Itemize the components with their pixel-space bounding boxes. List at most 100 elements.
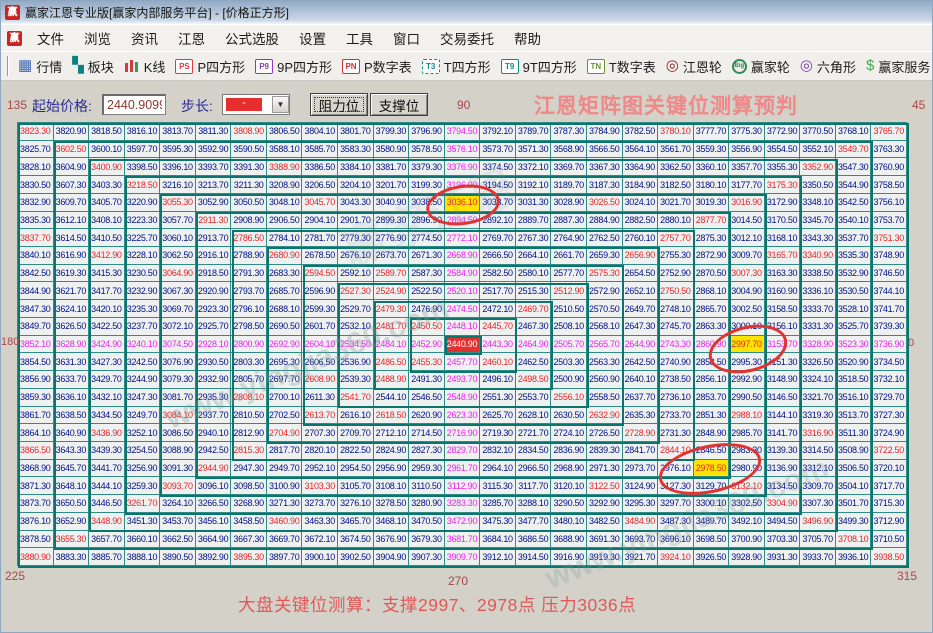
price-cell[interactable]: 2805.70 [231, 371, 267, 389]
price-cell[interactable]: 2868.10 [694, 282, 730, 300]
price-cell[interactable]: 3861.70 [18, 407, 54, 425]
price-cell[interactable]: 3420.10 [89, 300, 125, 318]
price-cell[interactable]: 3566.50 [587, 141, 623, 159]
price-cell[interactable]: 3909.70 [445, 548, 481, 566]
price-cell[interactable]: 2707.30 [302, 424, 338, 442]
price-cell[interactable]: 2764.90 [551, 229, 587, 247]
price-cell[interactable]: 3391.30 [231, 158, 267, 176]
price-cell[interactable]: 2992.90 [729, 371, 765, 389]
price-cell[interactable]: 2673.70 [374, 247, 410, 265]
price-cell[interactable]: 2937.70 [196, 407, 232, 425]
price-cell[interactable]: 3321.70 [800, 389, 836, 407]
price-cell[interactable]: 3232.90 [125, 282, 161, 300]
price-cell[interactable]: 2880.10 [658, 212, 694, 230]
price-cell[interactable]: 3261.70 [125, 495, 161, 513]
price-cell[interactable]: 3456.10 [196, 513, 232, 531]
price-cell[interactable]: 3458.50 [231, 513, 267, 531]
price-cell[interactable]: 3052.90 [196, 194, 232, 212]
price-cell[interactable]: 2882.50 [623, 212, 659, 230]
price-cell[interactable]: 3921.70 [623, 548, 659, 566]
menu-item-4[interactable]: 江恩 [168, 25, 215, 51]
price-cell[interactable]: 3352.90 [800, 158, 836, 176]
price-cell[interactable]: 3760.90 [871, 158, 907, 176]
price-cell[interactable]: 3904.90 [374, 548, 410, 566]
price-cell[interactable]: 2956.90 [374, 460, 410, 478]
price-cell[interactable]: 3734.50 [871, 353, 907, 371]
price-cell[interactable]: 2652.10 [623, 282, 659, 300]
price-cell[interactable]: 2457.70 [445, 353, 481, 371]
menu-item-7[interactable]: 工具 [336, 25, 383, 51]
price-cell[interactable]: 3717.70 [871, 477, 907, 495]
price-cell[interactable]: 3081.70 [160, 389, 196, 407]
price-cell[interactable]: 2460.10 [480, 353, 516, 371]
price-cell[interactable]: 2659.30 [587, 247, 623, 265]
price-cell[interactable]: 3292.90 [587, 495, 623, 513]
price-cell[interactable]: 3016.90 [729, 194, 765, 212]
price-cell[interactable]: 3825.70 [18, 141, 54, 159]
toolbar-button-9T四方形[interactable]: T99T四方形 [497, 55, 583, 78]
price-cell[interactable]: 3592.90 [196, 141, 232, 159]
price-cell[interactable]: 3103.30 [302, 477, 338, 495]
price-cell[interactable]: 3933.70 [800, 548, 836, 566]
price-cell[interactable]: 2700.10 [267, 389, 303, 407]
price-cell[interactable]: 3907.30 [409, 548, 445, 566]
price-cell[interactable]: 2788.90 [231, 247, 267, 265]
price-cell[interactable]: 3048.10 [267, 194, 303, 212]
price-cell[interactable]: 2774.50 [409, 229, 445, 247]
price-cell[interactable]: 3576.10 [445, 141, 481, 159]
price-cell[interactable]: 2704.90 [267, 424, 303, 442]
price-cell[interactable]: 3331.30 [800, 318, 836, 336]
price-cell[interactable]: 2548.90 [445, 389, 481, 407]
price-cell[interactable]: 3028.90 [551, 194, 587, 212]
price-cell[interactable]: 2690.50 [267, 318, 303, 336]
price-cell[interactable]: 3624.10 [54, 300, 90, 318]
price-cell[interactable]: 3144.10 [765, 407, 801, 425]
price-cell[interactable]: 3388.90 [267, 158, 303, 176]
price-cell[interactable]: 3501.70 [836, 495, 872, 513]
price-cell[interactable]: 3504.10 [836, 477, 872, 495]
price-cell[interactable]: 2618.50 [374, 407, 410, 425]
price-cell[interactable]: 3091.30 [160, 460, 196, 478]
price-cell[interactable]: 2517.70 [480, 282, 516, 300]
price-cell[interactable]: 2568.10 [587, 318, 623, 336]
price-cell[interactable]: 3386.50 [302, 158, 338, 176]
price-cell[interactable]: 2748.10 [658, 300, 694, 318]
price-cell[interactable]: 2577.70 [551, 265, 587, 283]
price-cell[interactable]: 3583.30 [338, 141, 374, 159]
price-cell[interactable]: 2884.90 [587, 212, 623, 230]
price-cell[interactable]: 3300.10 [694, 495, 730, 513]
price-cell[interactable]: 3744.10 [871, 282, 907, 300]
price-cell[interactable]: 3235.30 [125, 300, 161, 318]
price-cell[interactable]: 3712.90 [871, 513, 907, 531]
price-cell[interactable]: 2671.30 [409, 247, 445, 265]
price-cell[interactable]: 3868.90 [18, 460, 54, 478]
price-cell[interactable]: 3655.30 [54, 531, 90, 549]
price-cell[interactable]: 2635.30 [623, 407, 659, 425]
price-cell[interactable]: 3280.90 [409, 495, 445, 513]
price-cell[interactable]: 2649.70 [623, 300, 659, 318]
price-cell[interactable]: 3160.90 [765, 282, 801, 300]
price-cell[interactable]: 3074.50 [160, 336, 196, 354]
price-cell[interactable]: 2640.10 [623, 371, 659, 389]
price-cell[interactable]: 3158.50 [765, 300, 801, 318]
price-cell[interactable]: 2853.70 [694, 389, 730, 407]
price-cell[interactable]: 3398.50 [125, 158, 161, 176]
price-cell[interactable]: 3343.30 [800, 229, 836, 247]
price-cell[interactable]: 2474.50 [445, 300, 481, 318]
price-cell[interactable]: 3494.50 [765, 513, 801, 531]
price-cell[interactable]: 3854.50 [18, 353, 54, 371]
price-cell[interactable]: 2580.10 [516, 265, 552, 283]
price-cell[interactable]: 3818.50 [89, 123, 125, 141]
price-cell[interactable]: 3544.90 [836, 176, 872, 194]
price-cell[interactable]: 3600.10 [89, 141, 125, 159]
price-cell[interactable]: 3897.70 [267, 548, 303, 566]
price-cell[interactable]: 3410.50 [89, 229, 125, 247]
price-cell[interactable]: 3072.10 [160, 318, 196, 336]
price-cell[interactable]: 2683.30 [267, 265, 303, 283]
price-cell[interactable]: 2726.50 [587, 424, 623, 442]
price-cell[interactable]: 3324.10 [800, 371, 836, 389]
price-cell[interactable]: 3772.90 [765, 123, 801, 141]
price-cell[interactable]: 2697.70 [267, 371, 303, 389]
price-cell[interactable]: 3496.90 [800, 513, 836, 531]
price-cell[interactable]: 2570.50 [587, 300, 623, 318]
